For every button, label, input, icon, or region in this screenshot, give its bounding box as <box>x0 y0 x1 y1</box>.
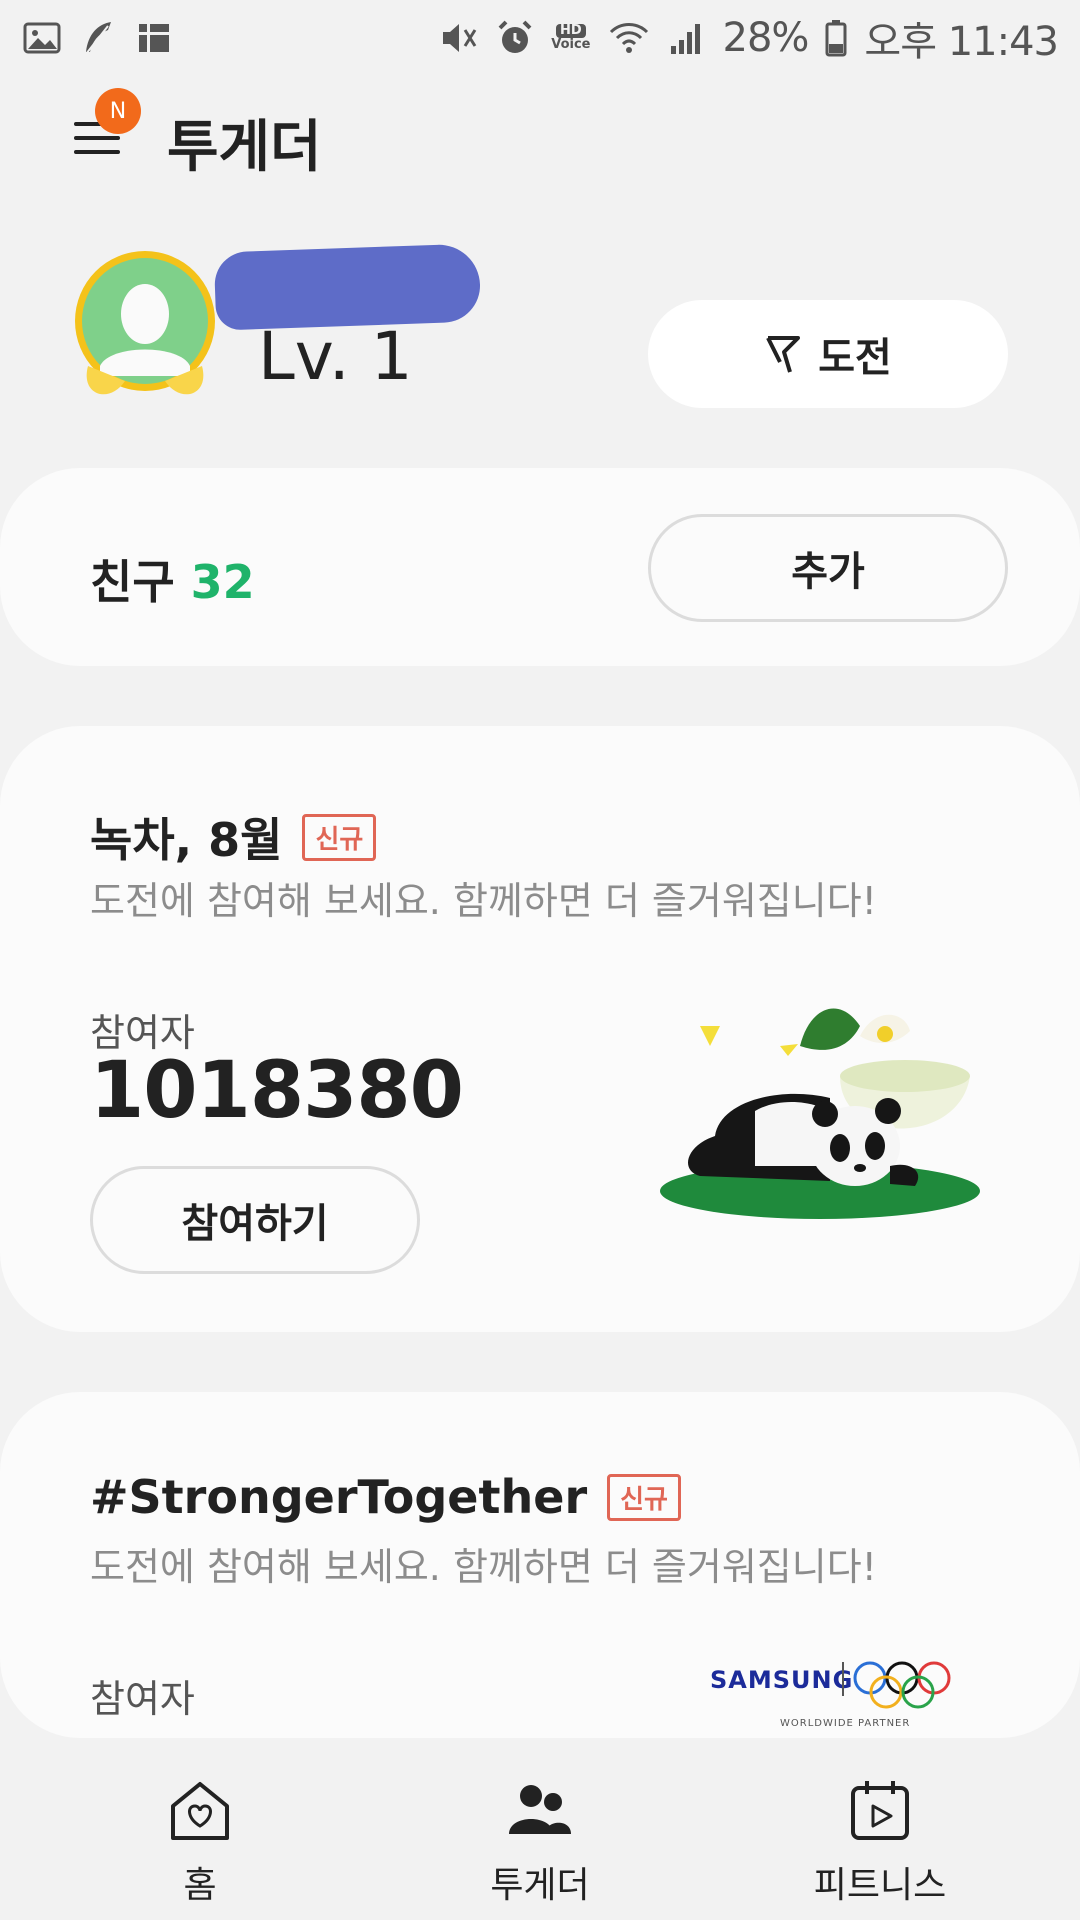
flag-icon <box>766 336 801 373</box>
app-bar: N 투게더 <box>0 80 1080 190</box>
status-right-icons: HD Voice 28% 오후 11:43 <box>437 9 1059 67</box>
friends-title: 친구 <box>90 555 175 609</box>
calendar-play-icon <box>851 1781 909 1840</box>
clock: 오후 11:43 <box>864 19 1059 65</box>
hd-label: HD <box>556 24 586 38</box>
nav-together[interactable]: 투게더 <box>400 1740 680 1920</box>
notification-badge: N <box>95 88 141 134</box>
feather-icon <box>85 22 111 55</box>
signal-icon <box>670 24 700 54</box>
challenge-button-label: 도전 <box>818 335 892 381</box>
gallery-icon <box>23 22 61 54</box>
people-icon <box>509 1785 571 1834</box>
challenge-title-row: #StrongerTogether 신규 <box>90 1470 681 1524</box>
participants-count: 1018380 <box>90 1046 464 1136</box>
challenge-description: 도전에 참여해 보세요. 함께하면 더 즐거워집니다! <box>90 1545 877 1589</box>
profile-section: Lv. 1 도전 <box>0 240 1080 420</box>
nav-fitness-label: 피트니스 <box>813 1865 947 1906</box>
challenge-title: 녹차, 8월 <box>90 813 283 867</box>
sponsor-name: SAMSUNG <box>710 1666 853 1694</box>
friends-card[interactable]: 친구 32 추가 <box>0 468 1080 666</box>
friends-count: 32 <box>190 555 255 609</box>
menu-icon-line <box>74 136 120 140</box>
add-friend-button[interactable]: 추가 <box>648 514 1008 622</box>
battery-percent: 28% <box>722 15 810 61</box>
challenge-title-row: 녹차, 8월 신규 <box>90 804 377 870</box>
challenge-button[interactable]: 도전 <box>648 300 1008 408</box>
challenge-card-stronger-together[interactable]: #StrongerTogether 신규 도전에 참여해 보세요. 함께하면 더… <box>0 1392 1080 1738</box>
together-screen: HD Voice 28% 오후 11:43 N 투게더 Lv. 1 도전 친구 … <box>0 0 1080 1920</box>
new-badge: 신규 <box>607 1473 681 1521</box>
samsung-olympic-logo: SAMSUNG WORLDWIDE PARTNER <box>710 1661 951 1729</box>
join-button[interactable]: 참여하기 <box>90 1166 420 1274</box>
friends-label: 친구 32 <box>90 546 255 612</box>
nav-home[interactable]: 홈 <box>60 1740 340 1920</box>
sponsor-subtitle: WORLDWIDE PARTNER <box>780 1718 910 1729</box>
nav-fitness[interactable]: 피트니스 <box>740 1740 1020 1920</box>
hd-voice-icon: HD Voice <box>551 24 590 52</box>
challenge-card-green-tea[interactable]: 녹차, 8월 신규 도전에 참여해 보세요. 함께하면 더 즐거워집니다! 참여… <box>0 726 1080 1332</box>
participants-label: 참여자 <box>90 1677 195 1721</box>
user-level: Lv. 1 <box>258 318 413 395</box>
status-left-icons <box>22 18 174 58</box>
bottom-navigation: 홈 투게더 피트니스 <box>0 1740 1080 1920</box>
home-heart-icon <box>171 1782 229 1840</box>
avatar[interactable] <box>70 246 220 406</box>
status-bar: HD Voice 28% 오후 11:43 <box>0 0 1080 76</box>
new-badge: 신규 <box>302 813 377 861</box>
menu-icon-line <box>74 150 120 154</box>
mute-icon <box>443 24 477 52</box>
panda-illustration <box>660 1008 980 1219</box>
grid-icon <box>139 24 169 52</box>
page-title: 투게더 <box>167 115 322 180</box>
wifi-icon <box>609 23 648 53</box>
challenge-title: #StrongerTogether <box>90 1470 588 1524</box>
alarm-icon <box>498 20 532 53</box>
nav-home-label: 홈 <box>183 1865 217 1906</box>
challenge-description: 도전에 참여해 보세요. 함께하면 더 즐거워집니다! <box>90 879 877 923</box>
voice-label: Voice <box>551 37 591 52</box>
nav-together-label: 투게더 <box>490 1865 590 1906</box>
battery-icon <box>825 20 847 57</box>
